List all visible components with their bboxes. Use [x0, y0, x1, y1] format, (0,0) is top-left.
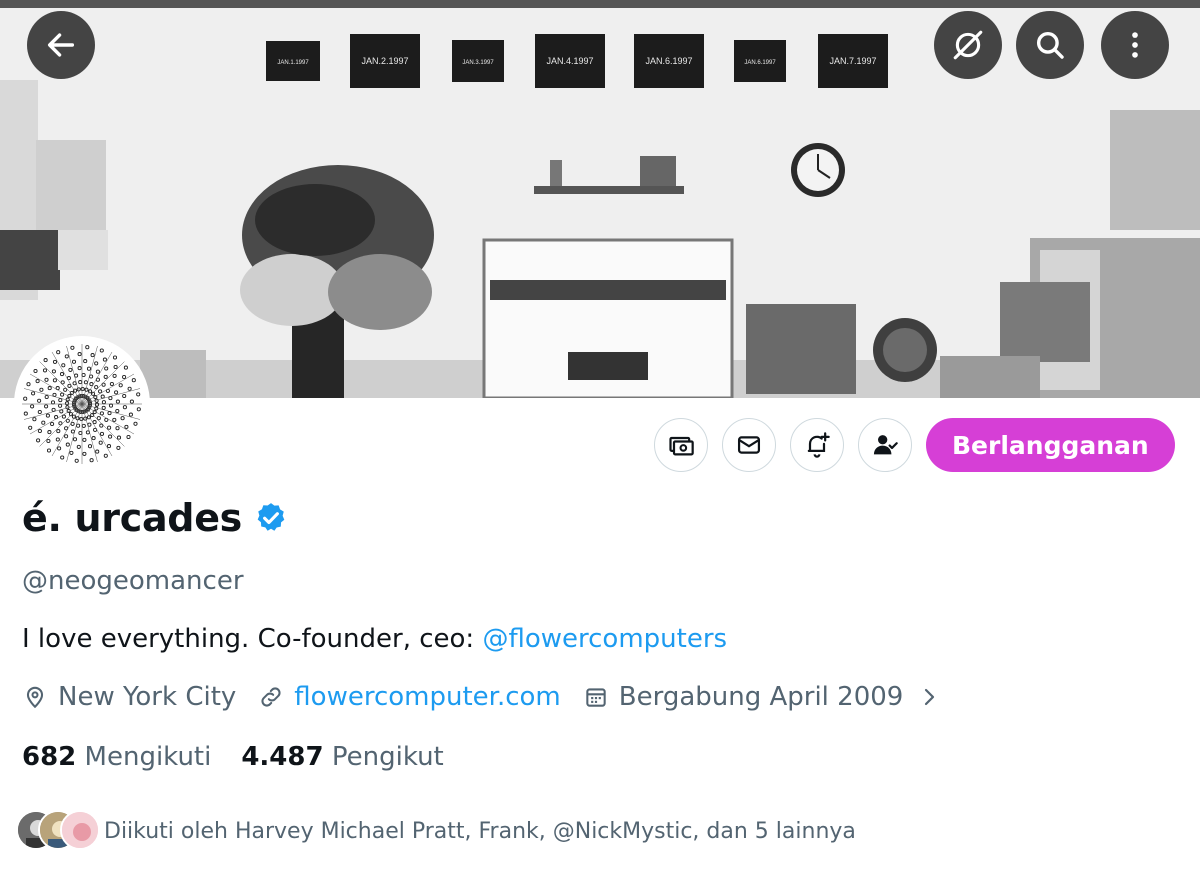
- bio-mention-link[interactable]: @flowercomputers: [482, 624, 727, 654]
- following-label: Mengikuti: [84, 742, 212, 772]
- follower-avatars: [16, 810, 100, 852]
- calendar-icon: [586, 688, 606, 707]
- circle-slash-icon: [953, 30, 983, 60]
- envelope-icon: [737, 436, 761, 454]
- banner-plaque-label: JAN.4.1997: [546, 56, 593, 66]
- website-link[interactable]: flowercomputer.com: [294, 682, 560, 712]
- more-vertical-icon: [1132, 32, 1138, 58]
- follower-avatar: [60, 810, 100, 850]
- website[interactable]: flowercomputer.com: [258, 682, 561, 712]
- person-check-icon: [873, 435, 898, 455]
- chevron-right-icon[interactable]: [917, 685, 941, 709]
- location: New York City: [22, 682, 236, 712]
- display-name: é. urcades: [22, 496, 242, 540]
- message-button[interactable]: [722, 418, 776, 472]
- banner-plaque-label: JAN.3.1997: [462, 60, 494, 66]
- following-stat[interactable]: 682 Mengikuti: [22, 742, 211, 772]
- money-icon: [669, 436, 694, 456]
- following-count: 682: [22, 742, 77, 772]
- banner-plaque-label: JAN.7.1997: [829, 56, 876, 66]
- notify-button[interactable]: [790, 418, 844, 472]
- following-button[interactable]: [858, 418, 912, 472]
- followed-by[interactable]: Diikuti oleh Harvey Michael Pratt, Frank…: [16, 810, 856, 852]
- follow-stats: 682 Mengikuti 4.487 Pengikut: [22, 742, 474, 772]
- bell-plus-icon: [807, 432, 830, 458]
- banner-plaque-label: JAN.1.1997: [277, 60, 309, 66]
- profile-actions: Berlangganan: [654, 418, 1175, 472]
- banner-plaque-label: JAN.6.1997: [744, 60, 776, 66]
- grok-button[interactable]: [934, 11, 1002, 79]
- banner-plaque-label: JAN.6.1997: [645, 56, 692, 66]
- followers-count: 4.487: [241, 742, 324, 772]
- banner-plaque-label: JAN.2.1997: [361, 56, 408, 66]
- avatar[interactable]: [14, 336, 150, 472]
- profile-banner[interactable]: JAN.1.1997 JAN.2.1997 JAN.3.1997 JAN.4.1997…: [0, 0, 1200, 398]
- location-text: New York City: [58, 682, 237, 712]
- joined-date[interactable]: Bergabung April 2009: [583, 682, 904, 712]
- bio-text: I love everything. Co-founder, ceo:: [22, 624, 483, 654]
- name-row: é. urcades: [22, 496, 288, 540]
- verified-badge-icon[interactable]: [254, 501, 288, 535]
- search-button[interactable]: [1016, 11, 1084, 79]
- link-icon: [261, 687, 281, 707]
- tip-button[interactable]: [654, 418, 708, 472]
- handle: @neogeomancer: [22, 566, 244, 596]
- joined-text: Bergabung April 2009: [618, 682, 904, 712]
- avatar-image: [18, 340, 146, 468]
- bio: I love everything. Co-founder, ceo: @flo…: [22, 624, 727, 654]
- followers-stat[interactable]: 4.487 Pengikut: [241, 742, 443, 772]
- followers-label: Pengikut: [331, 742, 444, 772]
- location-pin-icon: [26, 686, 44, 709]
- followed-by-text: Diikuti oleh Harvey Michael Pratt, Frank…: [104, 818, 856, 844]
- subscribe-button[interactable]: Berlangganan: [926, 418, 1175, 472]
- more-button[interactable]: [1101, 11, 1169, 79]
- profile-meta: New York City flowercomputer.com Bergabu…: [22, 682, 941, 712]
- search-icon: [1036, 31, 1064, 59]
- back-button[interactable]: [27, 11, 95, 79]
- arrow-left-icon: [47, 33, 75, 57]
